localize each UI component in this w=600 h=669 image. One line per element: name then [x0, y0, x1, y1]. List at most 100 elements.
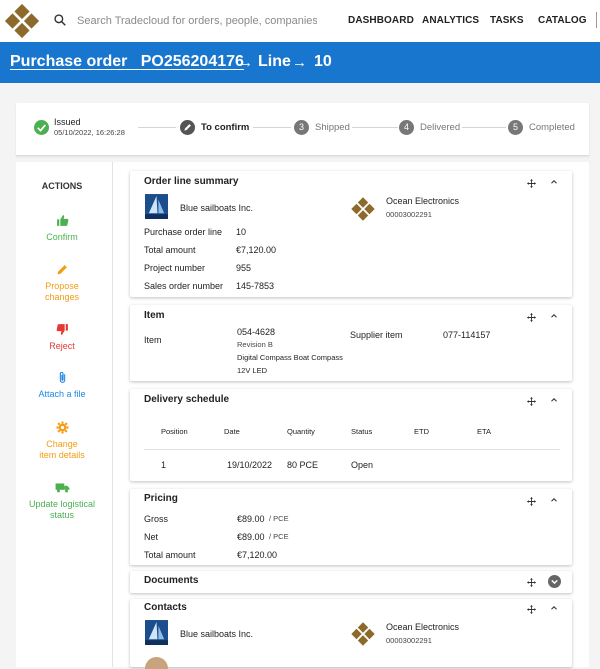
column-header: Position: [161, 427, 188, 436]
buyer-logo: [145, 194, 168, 219]
order-line-summary-card: Order line summary Blue sailboats Inc. O…: [130, 171, 572, 297]
card-title: Delivery schedule: [144, 394, 230, 405]
move-icon[interactable]: [526, 396, 537, 407]
cell-status: Open: [351, 460, 374, 470]
supplier-logo: [350, 196, 376, 222]
step-label: Issued: [54, 117, 81, 127]
card-title: Contacts: [144, 602, 187, 613]
gear-icon: [56, 421, 68, 434]
update-logistical-status-button[interactable]: Update logistical status: [16, 481, 108, 521]
row-label: Total amount: [144, 245, 196, 255]
step-connector: [138, 127, 176, 128]
step-number: 5: [508, 120, 523, 135]
pricing-card: Pricing Gross €89.00 / PCE Net €89.00 / …: [130, 489, 572, 565]
supplier-name: Ocean Electronics: [386, 196, 460, 206]
step-connector: [352, 127, 398, 128]
chevron-up-icon[interactable]: [549, 311, 559, 321]
breadcrumb-purchase-order[interactable]: Purchase order PO256204176: [10, 53, 244, 71]
item-revision: Revision B: [237, 340, 273, 349]
change-item-details-button[interactable]: Change item details: [16, 421, 108, 461]
propose-label-2: changes: [44, 292, 80, 302]
supplier-id: 00003002291: [386, 210, 432, 219]
supplier-id: 00003002291: [386, 636, 432, 645]
row-label: Purchase order line: [144, 227, 223, 237]
propose-label-1: Propose: [45, 281, 79, 291]
cell-position: 1: [161, 460, 167, 470]
column-header: Quantity: [287, 427, 315, 436]
arrow-right-icon: →: [292, 54, 307, 71]
gross-label: Gross: [144, 514, 169, 524]
item-number: 054-4628: [237, 327, 276, 337]
breadcrumb-line: Line: [258, 53, 291, 70]
step-connector: [462, 127, 506, 128]
move-icon[interactable]: [526, 577, 537, 588]
buyer-logo: [145, 620, 168, 645]
thumbs-up-icon: [56, 215, 68, 226]
buyer-name: Blue sailboats Inc.: [180, 629, 254, 639]
item-card: Item Item 054-4628 Revision B Digital Co…: [130, 305, 572, 381]
row-label: Project number: [144, 263, 206, 273]
title-bar: Purchase order PO256204176 → Line → 10: [0, 42, 600, 83]
pencil-icon: [57, 265, 67, 275]
cell-quantity: 80 PCE: [287, 460, 319, 470]
row-value: 955: [236, 263, 252, 273]
breadcrumb-line-number: 10: [314, 53, 332, 70]
item-description: Digital Compass Boat Compass: [237, 353, 343, 362]
top-bar: DASHBOARD ANALYTICS TASKS CATALOG: [0, 0, 600, 42]
move-icon[interactable]: [526, 604, 537, 615]
step-label: Shipped: [315, 122, 350, 133]
row-label: Sales order number: [144, 281, 224, 291]
chevron-up-icon[interactable]: [549, 495, 559, 505]
confirm-label: Confirm: [46, 232, 78, 242]
actions-sidebar: ACTIONS Confirm Propose changes Reject A…: [16, 162, 113, 667]
paperclip-icon: [59, 371, 65, 383]
nav-catalog[interactable]: CATALOG: [538, 15, 587, 26]
thumbs-down-icon: [56, 324, 68, 335]
row-value: 10: [236, 227, 247, 237]
gross-unit: / PCE: [269, 514, 289, 523]
reject-button[interactable]: Reject: [16, 323, 108, 352]
change-label-2: item details: [39, 450, 85, 460]
attach-file-button[interactable]: Attach a file: [16, 371, 108, 400]
change-label-1: Change: [46, 439, 78, 449]
propose-changes-button[interactable]: Propose changes: [16, 263, 108, 303]
column-header: Date: [224, 427, 240, 436]
net-label: Net: [144, 532, 159, 542]
chevron-up-icon[interactable]: [549, 395, 559, 405]
column-header: Status: [351, 427, 373, 436]
truck-icon: [55, 483, 69, 493]
chevron-down-icon[interactable]: [548, 575, 561, 588]
supplier-item-label: Supplier item: [350, 330, 403, 340]
step-number: 3: [294, 120, 309, 135]
attach-label: Attach a file: [38, 389, 86, 399]
move-icon[interactable]: [526, 496, 537, 507]
column-header: ETA: [477, 427, 492, 436]
edit-circle-icon: [180, 120, 195, 135]
move-icon[interactable]: [526, 312, 537, 323]
nav-divider: [596, 12, 597, 28]
nav-dashboard[interactable]: DASHBOARD: [348, 15, 414, 26]
card-title: Item: [144, 310, 165, 321]
chevron-up-icon[interactable]: [549, 177, 559, 187]
nav-tasks[interactable]: TASKS: [490, 15, 524, 26]
nav-analytics[interactable]: ANALYTICS: [422, 15, 479, 26]
move-icon[interactable]: [526, 178, 537, 189]
tradecloud-logo[interactable]: [0, 2, 44, 40]
step-number: 4: [399, 120, 414, 135]
item-description: 12V LED: [237, 366, 268, 375]
documents-card[interactable]: Documents: [130, 571, 572, 593]
reject-label: Reject: [49, 341, 75, 351]
step-timestamp: 05/10/2022, 16:26:28: [54, 128, 125, 137]
card-title: Documents: [144, 575, 199, 586]
update-label-1: Update logistical: [28, 499, 96, 509]
item-label: Item: [144, 335, 162, 345]
step-label: Completed: [529, 122, 575, 133]
contacts-card: Contacts Blue sailboats Inc. Ocean Elect…: [130, 599, 572, 669]
search-input[interactable]: [77, 11, 317, 31]
confirm-button[interactable]: Confirm: [16, 214, 108, 243]
step-label: To confirm: [201, 122, 250, 133]
gross-value: €89.00: [237, 514, 265, 524]
contact-avatar: [145, 657, 168, 669]
chevron-up-icon[interactable]: [549, 603, 559, 613]
search-icon[interactable]: [53, 13, 67, 27]
